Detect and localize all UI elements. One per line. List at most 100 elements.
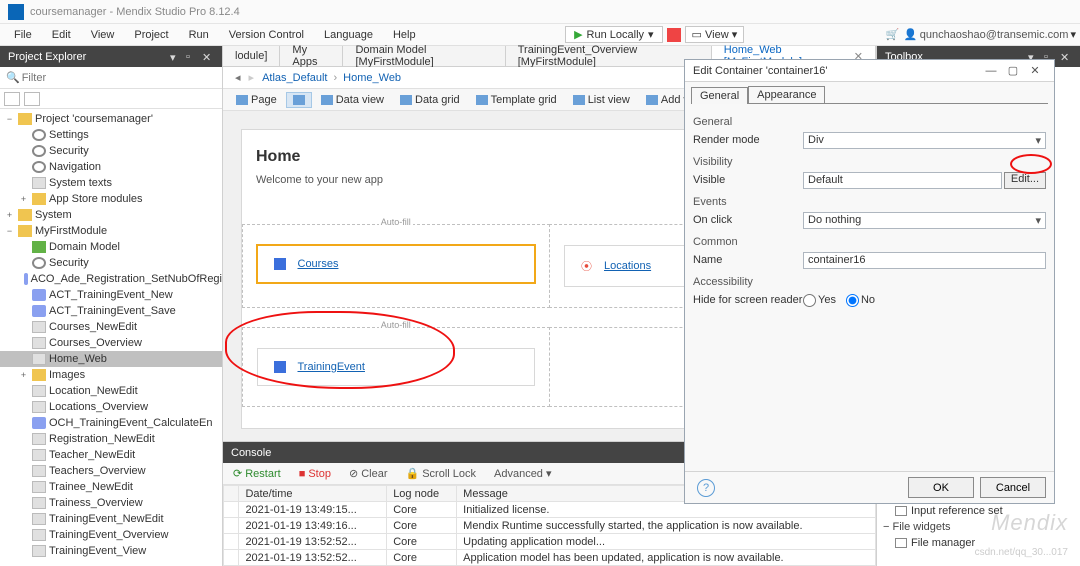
document-tab[interactable]: lodule] bbox=[223, 46, 280, 66]
toolbar-data-view[interactable]: Data view bbox=[314, 91, 391, 109]
onclick-dropdown[interactable]: Do nothing bbox=[803, 212, 1046, 229]
collapse-button[interactable] bbox=[4, 92, 20, 106]
folder-icon bbox=[32, 193, 46, 205]
document-tab[interactable]: TrainingEvent_Overview [MyFirstModule] bbox=[506, 46, 712, 66]
gear-icon bbox=[32, 257, 46, 269]
console-col-header[interactable]: Date/time bbox=[239, 486, 387, 502]
radio-no[interactable]: No bbox=[846, 294, 875, 307]
toolbar-select[interactable] bbox=[286, 92, 312, 108]
scroll-lock-button[interactable]: 🔒 Scroll Lock bbox=[402, 466, 481, 481]
advanced-dropdown[interactable]: Advanced ▾ bbox=[490, 466, 555, 481]
tree-item[interactable]: Teacher_NewEdit bbox=[0, 447, 222, 463]
console-row[interactable]: 2021-01-19 13:49:16...CoreMendix Runtime… bbox=[224, 518, 876, 534]
label-render-mode: Render mode bbox=[693, 134, 803, 146]
tree-item[interactable]: TrainingEvent_NewEdit bbox=[0, 511, 222, 527]
name-input[interactable]: container16 bbox=[803, 252, 1046, 269]
clear-button[interactable]: ⊘ Clear bbox=[345, 466, 392, 481]
menu-view[interactable]: View bbox=[81, 27, 125, 43]
console-col-header[interactable]: Log node bbox=[387, 486, 457, 502]
tree-item[interactable]: TrainingEvent_View bbox=[0, 543, 222, 559]
tree-item[interactable]: Teachers_Overview bbox=[0, 463, 222, 479]
tree-item[interactable]: +App Store modules bbox=[0, 191, 222, 207]
menu-project[interactable]: Project bbox=[124, 27, 178, 43]
minimize-button[interactable]: — bbox=[980, 65, 1002, 77]
menu-edit[interactable]: Edit bbox=[42, 27, 81, 43]
menu-run[interactable]: Run bbox=[179, 27, 219, 43]
expand-button[interactable] bbox=[24, 92, 40, 106]
ok-button[interactable]: OK bbox=[908, 477, 974, 498]
visible-dropdown[interactable]: Default bbox=[803, 172, 1002, 189]
view-dropdown[interactable]: ▭ View ▾ bbox=[685, 26, 745, 43]
crumb-current[interactable]: Home_Web bbox=[343, 72, 401, 84]
console-row[interactable]: 2021-01-19 13:52:52...CoreUpdating appli… bbox=[224, 534, 876, 550]
user-email[interactable]: qunchaoshao@transemic.com bbox=[920, 29, 1069, 41]
toolbar-data-grid[interactable]: Data grid bbox=[393, 91, 467, 109]
tree-item[interactable]: +Images bbox=[0, 367, 222, 383]
tree-item[interactable]: Locations_Overview bbox=[0, 399, 222, 415]
cart-icon[interactable]: 🛒 bbox=[884, 26, 902, 44]
dialog-footer: ? OK Cancel bbox=[685, 471, 1054, 503]
run-locally-button[interactable]: ▶Run Locally▾ bbox=[565, 26, 662, 43]
tree-item[interactable]: System texts bbox=[0, 175, 222, 191]
restart-button[interactable]: ⟳ Restart bbox=[229, 466, 285, 481]
tree-item[interactable]: +System bbox=[0, 207, 222, 223]
tree-item[interactable]: Courses_Overview bbox=[0, 335, 222, 351]
card-link[interactable]: Locations bbox=[604, 260, 651, 272]
tree-item[interactable]: Trainess_Overview bbox=[0, 495, 222, 511]
menu-file[interactable]: File bbox=[4, 27, 42, 43]
edit-visibility-button[interactable]: Edit... bbox=[1004, 172, 1046, 189]
tree-item[interactable]: Security bbox=[0, 143, 222, 159]
document-tab[interactable]: My Apps bbox=[280, 46, 343, 66]
toolbar-list-view[interactable]: List view bbox=[566, 91, 637, 109]
tree-item[interactable]: Registration_NewEdit bbox=[0, 431, 222, 447]
user-icon[interactable]: 👤 bbox=[902, 26, 920, 44]
menu-version-control[interactable]: Version Control bbox=[219, 27, 314, 43]
crumb-root[interactable]: Atlas_Default bbox=[262, 72, 327, 84]
tab-appearance[interactable]: Appearance bbox=[748, 86, 825, 103]
toolbar-template-grid[interactable]: Template grid bbox=[469, 91, 564, 109]
folder-icon bbox=[18, 113, 32, 125]
cancel-button[interactable]: Cancel bbox=[980, 477, 1046, 498]
maximize-button[interactable]: ▢ bbox=[1002, 64, 1024, 77]
stop-button[interactable] bbox=[667, 28, 681, 42]
section-events: Events bbox=[693, 196, 1046, 208]
card-link[interactable]: Courses bbox=[298, 258, 339, 270]
tree-item[interactable]: OCH_TrainingEvent_CalculateEn bbox=[0, 415, 222, 431]
tree-item[interactable]: −Project 'coursemanager' bbox=[0, 111, 222, 127]
tab-general[interactable]: General bbox=[691, 87, 748, 104]
dialog-titlebar[interactable]: Edit Container 'container16' — ▢ ✕ bbox=[685, 60, 1054, 82]
close-button[interactable]: ✕ bbox=[1024, 64, 1046, 77]
toolbar-page[interactable]: Page bbox=[229, 91, 284, 109]
tree-item[interactable]: −MyFirstModule bbox=[0, 223, 222, 239]
card-link[interactable]: TrainingEvent bbox=[298, 361, 365, 373]
tree-item[interactable]: Location_NewEdit bbox=[0, 383, 222, 399]
layout-cell[interactable]: Auto-fill Courses bbox=[242, 224, 551, 308]
tree-item[interactable]: TrainingEvent_Overview bbox=[0, 527, 222, 543]
help-icon[interactable]: ? bbox=[697, 479, 715, 497]
menu-help[interactable]: Help bbox=[383, 27, 426, 43]
tree-item[interactable]: Courses_NewEdit bbox=[0, 319, 222, 335]
tree-item[interactable]: Home_Web bbox=[0, 351, 222, 367]
filter-input[interactable] bbox=[20, 71, 216, 85]
flow-icon bbox=[24, 273, 28, 285]
tree-item[interactable]: Security bbox=[0, 255, 222, 271]
tree-item[interactable]: ACO_Ade_Registration_SetNubOfRegi bbox=[0, 271, 222, 287]
console-col-header[interactable] bbox=[224, 486, 239, 502]
menu-language[interactable]: Language bbox=[314, 27, 383, 43]
card-trainingevent[interactable]: TrainingEvent bbox=[257, 348, 536, 386]
tree-item[interactable]: Navigation bbox=[0, 159, 222, 175]
project-tree[interactable]: −Project 'coursemanager'SettingsSecurity… bbox=[0, 109, 222, 566]
tree-item[interactable]: ACT_TrainingEvent_New bbox=[0, 287, 222, 303]
tree-item[interactable]: Domain Model bbox=[0, 239, 222, 255]
tree-item[interactable]: Trainee_NewEdit bbox=[0, 479, 222, 495]
card-courses[interactable]: Courses bbox=[257, 245, 536, 283]
render-mode-dropdown[interactable]: Div bbox=[803, 132, 1046, 149]
console-row[interactable]: 2021-01-19 13:52:52...CoreApplication mo… bbox=[224, 550, 876, 566]
tree-item[interactable]: Settings bbox=[0, 127, 222, 143]
tree-item[interactable]: ACT_TrainingEvent_Save bbox=[0, 303, 222, 319]
document-tab[interactable]: Domain Model [MyFirstModule] bbox=[343, 46, 505, 66]
stop-button[interactable]: ■ Stop bbox=[295, 467, 335, 481]
radio-yes[interactable]: Yes bbox=[803, 294, 836, 307]
tool-icon bbox=[400, 95, 412, 105]
layout-cell[interactable]: Auto-fill TrainingEvent bbox=[242, 327, 551, 407]
